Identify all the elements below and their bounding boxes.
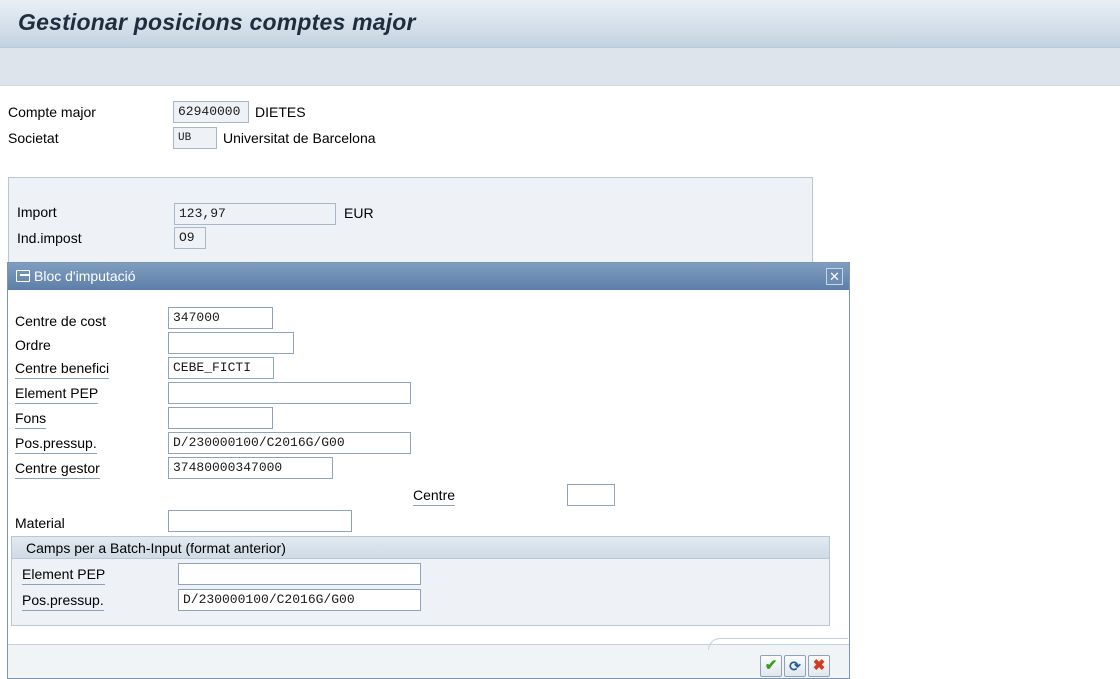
batch-input-title: Camps per a Batch-Input (format anterior… <box>26 540 286 556</box>
gl-account-field[interactable]: 62940000 <box>173 101 249 123</box>
dialog-body: Centre de cost 347000 Ordre Centre benef… <box>8 290 849 645</box>
confirm-button[interactable]: ✔ <box>760 655 782 677</box>
plant-input[interactable] <box>567 484 615 506</box>
company-description: Universitat de Barcelona <box>223 130 376 146</box>
commitment-item-input[interactable]: D/230000100/C2016G/G00 <box>168 432 411 454</box>
cost-center-input[interactable]: 347000 <box>168 307 273 329</box>
batch-input-frame: Camps per a Batch-Input (format anterior… <box>11 536 830 626</box>
title-bar: Gestionar posicions comptes major <box>0 0 1120 48</box>
dialog-window-icon <box>16 270 30 282</box>
application-toolbar <box>0 48 1120 86</box>
amount-label: Import <box>17 204 57 220</box>
cost-center-label: Centre de cost <box>15 313 107 329</box>
material-label: Material <box>15 515 65 531</box>
company-field[interactable]: UB <box>173 127 217 149</box>
cancel-button[interactable]: ✖ <box>808 655 830 677</box>
commitment-item-label: Pos.pressup. <box>15 434 97 454</box>
wbs-element-input[interactable] <box>168 382 411 404</box>
refresh-button[interactable]: ⟳ <box>784 655 806 677</box>
order-label: Ordre <box>15 337 51 353</box>
material-input[interactable] <box>168 510 352 532</box>
gl-account-description: DIETES <box>255 104 306 120</box>
account-assignment-dialog: Bloc d'imputació ✕ Centre de cost 347000… <box>7 262 850 679</box>
currency-label: EUR <box>344 205 374 221</box>
tax-code-label: Ind.impost <box>17 230 82 246</box>
tax-code-field[interactable]: O9 <box>174 227 206 249</box>
batch-commitment-item-input[interactable]: D/230000100/C2016G/G00 <box>178 589 421 611</box>
batch-wbs-element-label: Element PEP <box>22 565 106 585</box>
batch-wbs-element-input[interactable] <box>178 563 421 585</box>
page-title: Gestionar posicions comptes major <box>18 9 416 35</box>
amount-group: Import 123,97 EUR Ind.impost O9 <box>8 177 813 267</box>
batch-input-header: Camps per a Batch-Input (format anterior… <box>12 537 829 559</box>
company-label: Societat <box>8 130 59 146</box>
profit-center-label: Centre benefici <box>15 359 110 379</box>
close-icon[interactable]: ✕ <box>826 268 843 285</box>
gl-account-label: Compte major <box>8 104 96 120</box>
funds-center-input[interactable]: 37480000347000 <box>168 457 333 479</box>
refresh-icon: ⟳ <box>789 658 801 674</box>
dialog-header: Bloc d'imputació ✕ <box>8 263 849 290</box>
plant-label: Centre <box>413 486 456 506</box>
wbs-element-label: Element PEP <box>15 384 99 404</box>
fund-label: Fons <box>15 409 47 429</box>
checkmark-icon: ✔ <box>764 657 778 674</box>
batch-commitment-item-label: Pos.pressup. <box>22 591 104 611</box>
profit-center-input[interactable]: CEBE_FICTI <box>168 357 274 379</box>
dialog-footer-divider <box>708 638 848 650</box>
order-input[interactable] <box>168 332 294 354</box>
fund-input[interactable] <box>168 407 273 429</box>
dialog-title: Bloc d'imputació <box>34 268 136 284</box>
funds-center-label: Centre gestor <box>15 459 100 479</box>
amount-field[interactable]: 123,97 <box>174 203 336 225</box>
cancel-icon: ✖ <box>812 657 826 674</box>
